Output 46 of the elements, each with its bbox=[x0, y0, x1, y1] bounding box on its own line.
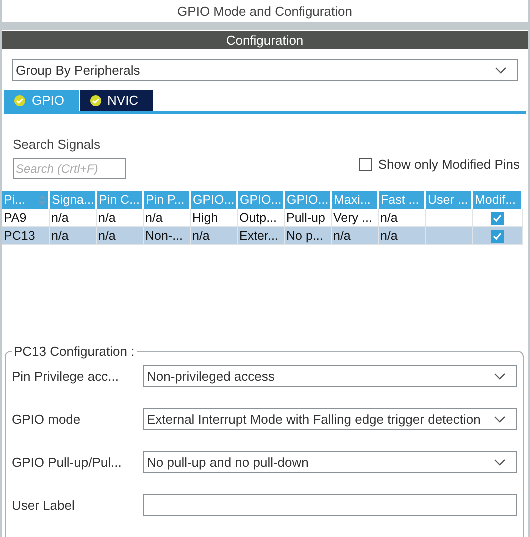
column-header[interactable]: Pi... bbox=[4, 193, 47, 207]
dropdown[interactable]: Non-privileged access bbox=[143, 365, 517, 387]
input-field[interactable] bbox=[143, 494, 517, 516]
table-cell: Non-... bbox=[143, 226, 190, 244]
column-header[interactable]: GPIO... bbox=[284, 191, 331, 209]
column-header[interactable]: User ... bbox=[425, 191, 472, 209]
search-field[interactable]: Search (Crtl+F) bbox=[13, 158, 126, 179]
group-title: PC13 Configuration : bbox=[13, 344, 136, 359]
check-circle-icon bbox=[90, 94, 102, 106]
check-circle-icon bbox=[14, 94, 26, 106]
table-cell: n/a bbox=[331, 226, 378, 244]
checkbox[interactable] bbox=[491, 230, 504, 243]
tab[interactable]: NVIC bbox=[80, 90, 153, 111]
dropdown[interactable]: External Interrupt Mode with Falling edge trigger detection bbox=[143, 408, 517, 430]
table-cell: n/a bbox=[378, 226, 425, 244]
table-cell: n/a bbox=[96, 226, 143, 244]
table-cell: PC13 bbox=[2, 226, 49, 244]
column-header[interactable]: Modif... bbox=[472, 191, 522, 209]
caret-icon bbox=[494, 416, 506, 422]
caret-icon bbox=[495, 66, 507, 74]
dropdown[interactable]: No pull-up and no pull-down bbox=[143, 451, 517, 473]
field-label: GPIO Pull-up/Pul... bbox=[12, 454, 123, 470]
group-by-dropdown[interactable]: Group By Peripherals bbox=[12, 59, 518, 81]
column-header[interactable]: Maxi... bbox=[331, 191, 378, 209]
column-header[interactable]: Pin C... bbox=[96, 191, 143, 209]
tab[interactable]: GPIO bbox=[4, 90, 79, 111]
table-cell: n/a bbox=[190, 226, 237, 244]
caret-icon bbox=[494, 458, 506, 466]
column-header[interactable]: Pin P... bbox=[143, 191, 190, 209]
caret-icon bbox=[494, 372, 506, 380]
field-label: User Label bbox=[12, 498, 76, 512]
column-header[interactable]: GPIO... bbox=[237, 191, 284, 209]
table-cell: n/a bbox=[49, 226, 96, 244]
table-cell: Exter... bbox=[237, 226, 284, 244]
column-header[interactable]: Fast ... bbox=[378, 191, 425, 209]
table-cell: No p... bbox=[284, 226, 331, 244]
search-label: Search Signals bbox=[13, 137, 102, 152]
checkbox[interactable] bbox=[359, 158, 372, 171]
column-header[interactable]: Signa... bbox=[49, 191, 96, 209]
sort-icon bbox=[38, 194, 47, 206]
field-label: GPIO mode bbox=[12, 412, 82, 426]
section-header: Configuration bbox=[2, 31, 528, 49]
checkbox-label: Show only Modified Pins bbox=[378, 157, 520, 172]
checkbox[interactable] bbox=[491, 212, 504, 225]
column-header[interactable]: GPIO... bbox=[190, 191, 237, 209]
field-label: Pin Privilege acc... bbox=[12, 368, 120, 384]
